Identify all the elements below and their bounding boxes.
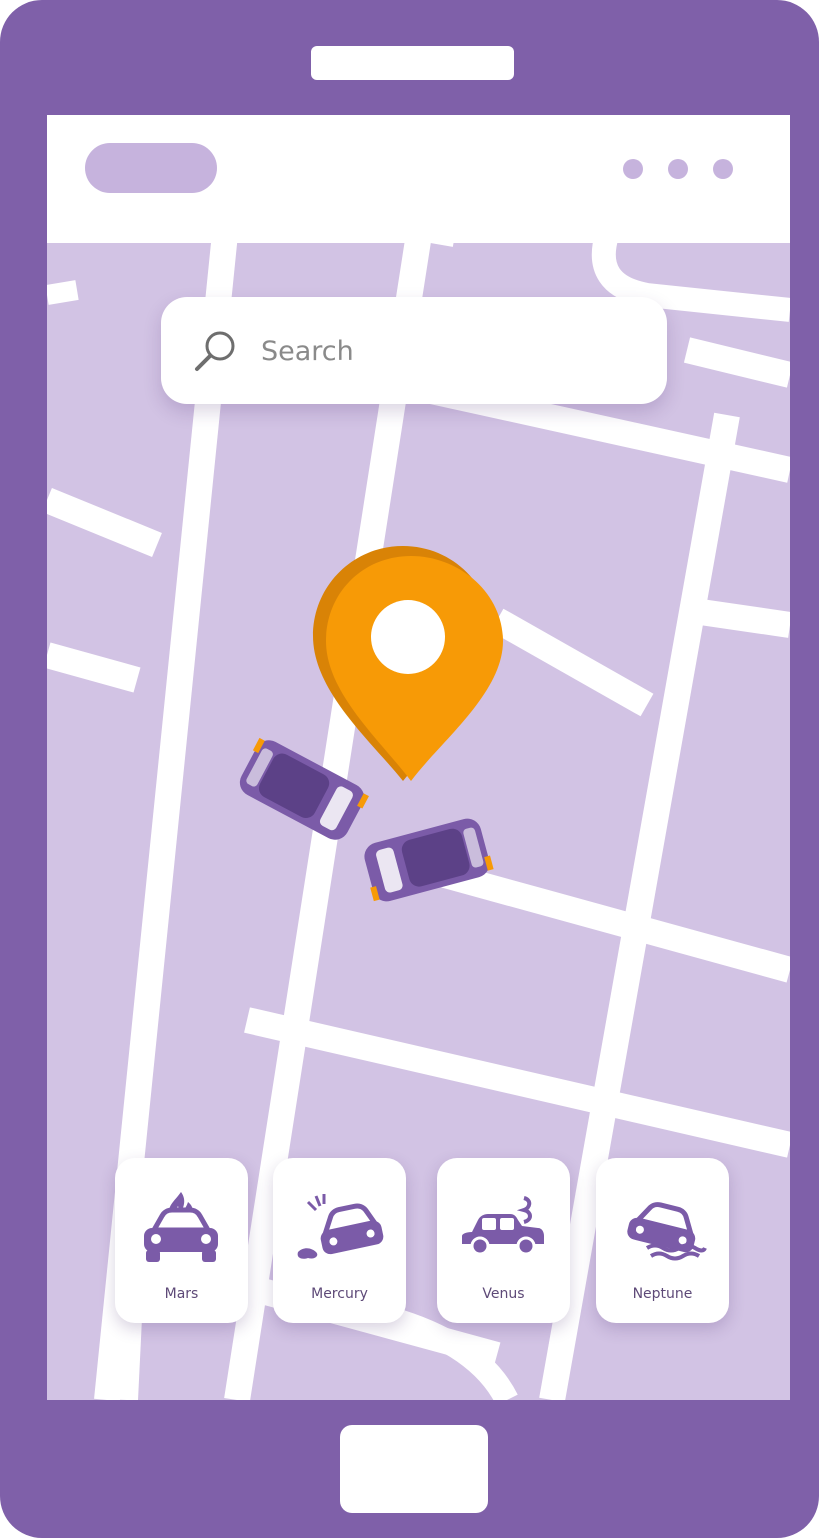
category-label: Mars (164, 1286, 199, 1302)
car-flood-icon (627, 1202, 707, 1261)
more-menu-icon[interactable] (623, 159, 733, 179)
menu-dot (623, 159, 643, 179)
phone-speaker (311, 46, 514, 80)
search-bar[interactable] (161, 297, 667, 404)
category-label: Venus (482, 1286, 525, 1302)
search-icon[interactable] (191, 327, 239, 375)
car-fire-icon (144, 1192, 218, 1262)
category-card-mars[interactable]: Mars (115, 1158, 248, 1323)
menu-dot (713, 159, 733, 179)
app-screen: Mars Mercury (47, 115, 790, 1400)
header-pill[interactable] (85, 143, 217, 193)
app-header (47, 115, 790, 243)
category-card-neptune[interactable]: Neptune (596, 1158, 729, 1323)
car-accident-icon (297, 1194, 384, 1259)
car-smoke-icon (462, 1196, 544, 1256)
category-card-mercury[interactable]: Mercury (273, 1158, 406, 1323)
category-card-venus[interactable]: Venus (437, 1158, 570, 1323)
category-label: Mercury (311, 1286, 368, 1302)
home-button[interactable] (340, 1425, 488, 1513)
menu-dot (668, 159, 688, 179)
search-input[interactable] (261, 327, 641, 375)
category-label: Neptune (632, 1286, 693, 1302)
car-crash-icon (239, 737, 494, 902)
phone-frame: Mars Mercury (0, 0, 819, 1538)
